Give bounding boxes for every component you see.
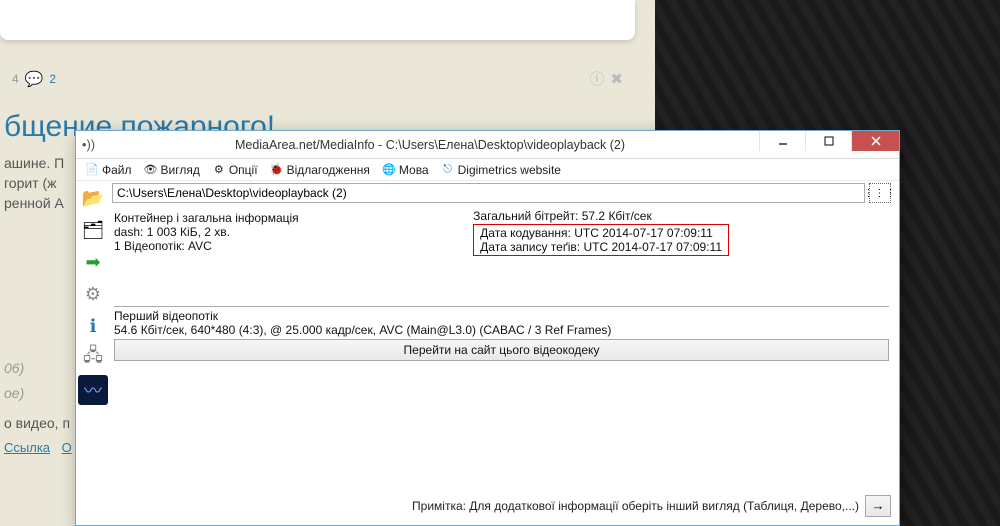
menu-lang[interactable]: 🌐 Мова (377, 162, 434, 178)
minimize-button[interactable] (759, 131, 805, 151)
view-icon: 👁 (144, 163, 158, 177)
about-icon[interactable]: ℹ (78, 311, 108, 341)
menu-options[interactable]: ⚙ Опції (207, 162, 263, 178)
section-header: Перший відеопотік (114, 309, 889, 323)
filepath-input[interactable] (112, 183, 865, 203)
section-header: Контейнер і загальна інформація (114, 211, 299, 225)
bg-links: Ссылка О (0, 440, 80, 455)
video-section: Перший відеопотік 54.6 Кбіт/сек, 640*480… (112, 296, 891, 361)
maximize-button[interactable] (805, 131, 851, 151)
menu-digimetrics[interactable]: ⎋ Digimetrics website (436, 162, 566, 178)
bg-text: ренной А (0, 195, 64, 211)
menu-file[interactable]: 📄 Файл (80, 162, 137, 178)
file-icon: 📄 (85, 163, 99, 177)
browse-button[interactable]: ⋮⋮⋮ (869, 183, 891, 203)
bg-text: 06) (0, 360, 24, 376)
bg-panel (0, 0, 635, 40)
bg-text: горит (ж (0, 175, 57, 191)
menu-label: Digimetrics website (458, 163, 561, 177)
tagged-date: Дата запису теґів: UTC 2014-07-17 07:09:… (480, 240, 722, 254)
menu-label: Відлагодження (287, 163, 370, 177)
divider (114, 306, 889, 307)
menu-label: Вигляд (161, 163, 200, 177)
mediainfo-window: •)) MediaArea.net/MediaInfo - C:\Users\Е… (75, 130, 900, 526)
count-2: 2 (49, 72, 56, 86)
bg-text: ое) (0, 385, 24, 401)
video-details: 54.6 Кбіт/сек, 640*480 (4:3), @ 25.000 к… (114, 323, 889, 337)
sidebar: 📂 🗂 ➡ ⚙ ℹ 🖧 〰 (76, 181, 110, 525)
count-1: 4 (12, 72, 19, 86)
titlebar[interactable]: •)) MediaArea.net/MediaInfo - C:\Users\Е… (76, 131, 899, 159)
gear-icon: ⚙ (212, 163, 226, 177)
container-section: Контейнер і загальна інформація dash: 1 … (112, 209, 891, 256)
menu-label: Мова (399, 163, 429, 177)
info-icon[interactable]: ⓘ (589, 68, 604, 89)
link[interactable]: О (62, 440, 72, 455)
close-icon[interactable]: ✖ (610, 70, 623, 88)
footer-note: Примітка: Для додаткової інформації обер… (112, 499, 859, 513)
open-file-icon[interactable]: 📂 (78, 183, 108, 213)
link[interactable]: Ссылка (4, 440, 50, 455)
video-stream-count: 1 Відеопотік: AVC (114, 239, 299, 253)
comment-icon: 💬 (25, 70, 44, 88)
window-title: MediaArea.net/MediaInfo - C:\Users\Елена… (101, 138, 759, 152)
open-folder-icon[interactable]: 🗂 (78, 215, 108, 245)
bg-text: о видео, п (0, 415, 70, 431)
globe-icon: 🌐 (382, 163, 396, 177)
settings-icon[interactable]: ⚙ (78, 279, 108, 309)
overall-bitrate: Загальний бітрейт: 57.2 Кбіт/сек (473, 209, 729, 223)
change-view-button[interactable]: → (865, 495, 891, 517)
highlighted-dates: Дата кодування: UTC 2014-07-17 07:09:11 … (473, 224, 729, 256)
menu-debug[interactable]: 🐞 Відлагодження (265, 162, 375, 178)
link-icon: ⎋ (441, 163, 455, 177)
codec-website-button[interactable]: Перейти на сайт цього відеокодеку (114, 339, 889, 361)
container-format: dash: 1 003 КіБ, 2 хв. (114, 225, 299, 239)
app-icon: •)) (76, 137, 101, 152)
menubar: 📄 Файл 👁 Вигляд ⚙ Опції 🐞 Відлагодження … (76, 159, 899, 181)
close-button[interactable] (851, 131, 899, 151)
bug-icon: 🐞 (270, 163, 284, 177)
menu-label: Опції (229, 163, 258, 177)
bg-text: ашине. П (0, 155, 64, 171)
export-icon[interactable]: ➡ (78, 247, 108, 277)
menu-view[interactable]: 👁 Вигляд (139, 162, 205, 178)
waveform-icon[interactable]: 〰 (78, 375, 108, 405)
encoded-date: Дата кодування: UTC 2014-07-17 07:09:11 (480, 226, 722, 240)
bg-toolbar: 4 💬 2 ⓘ ✖ (0, 68, 635, 89)
menu-label: Файл (102, 163, 132, 177)
website-icon[interactable]: 🖧 (78, 343, 108, 373)
